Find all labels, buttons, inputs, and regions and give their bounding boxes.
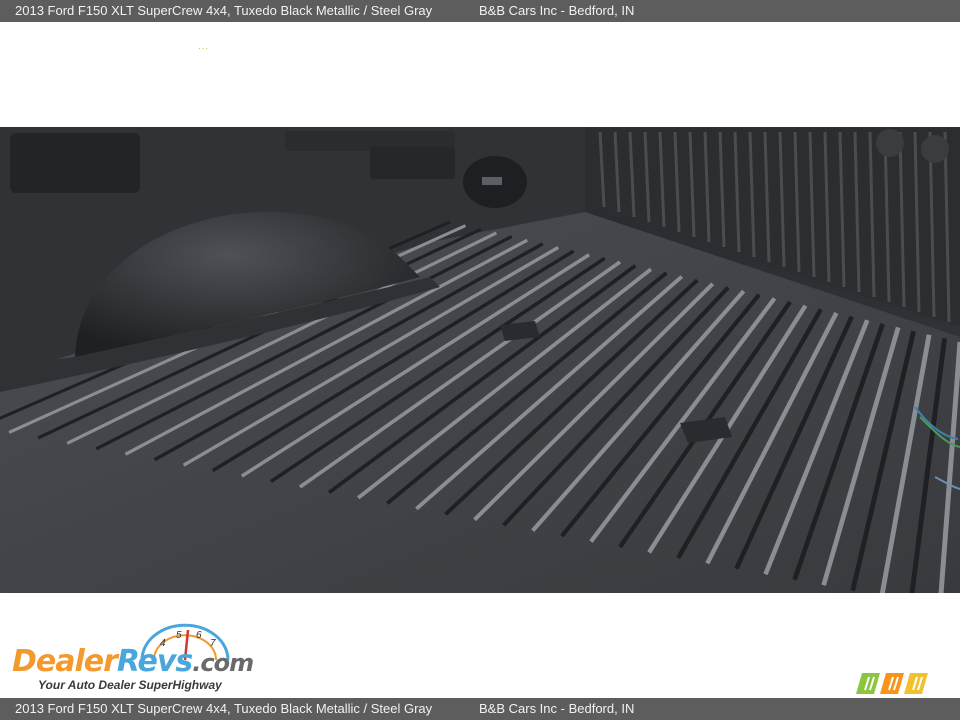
gauge-digit-5: 5: [176, 630, 182, 641]
mmm-brand-icon: [856, 673, 928, 694]
vehicle-title: 2013 Ford F150 XLT SuperCrew 4x4, Tuxedo…: [15, 3, 433, 18]
logo-wordmark: DealerRevs.com: [12, 644, 254, 679]
top-caption-bar: 2013 Ford F150 XLT SuperCrew 4x4, Tuxedo…: [0, 0, 960, 22]
dealer-name-footer: B&B Cars Inc - Bedford, IN: [479, 701, 635, 716]
dealerrevs-logo: 4 5 6 7 DealerRevs.com Your Auto Dealer …: [10, 622, 270, 694]
logo-tagline: Your Auto Dealer SuperHighway: [38, 678, 222, 692]
logo-part-revs: Revs: [116, 644, 193, 679]
decorative-dots: ···: [198, 44, 209, 53]
logo-part-dealer: Dealer: [12, 644, 118, 679]
dealer-name: B&B Cars Inc - Bedford, IN: [479, 3, 635, 18]
truck-bed-liner-image: [0, 127, 960, 593]
logo-part-com: .com: [192, 649, 254, 677]
vehicle-photo: [0, 127, 960, 593]
gauge-digit-6: 6: [196, 630, 202, 641]
vehicle-title-footer: 2013 Ford F150 XLT SuperCrew 4x4, Tuxedo…: [15, 701, 433, 716]
bottom-caption-bar: 2013 Ford F150 XLT SuperCrew 4x4, Tuxedo…: [0, 698, 960, 720]
